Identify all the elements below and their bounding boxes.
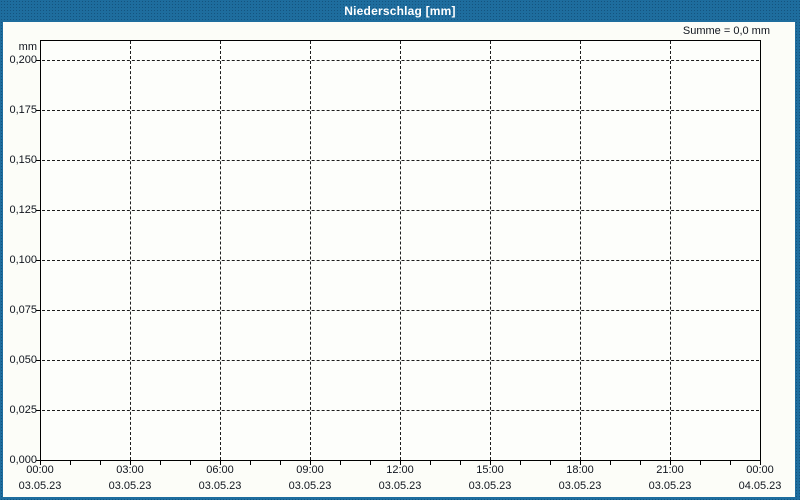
x-axis-tick [460,461,461,465]
x-axis-tick [370,461,371,465]
x-axis-tick [580,461,581,465]
y-axis-label: 0,025 [9,404,37,416]
x-gridline [220,41,221,460]
x-gridline [130,41,131,460]
x-axis-time-label: 15:00 [476,464,504,476]
x-axis-tick [610,461,611,465]
x-axis-tick [250,461,251,465]
x-axis-tick [760,461,761,465]
x-axis-time-label: 18:00 [566,464,594,476]
plot-area [40,40,761,461]
x-axis-tick [430,461,431,465]
x-axis-tick [490,461,491,465]
x-axis-tick [190,461,191,465]
x-gridline [670,41,671,460]
x-axis-tick [400,461,401,465]
sum-annotation: Summe = 0,0 mm [682,25,770,37]
x-axis-tick [640,461,641,465]
y-axis-label: 0,100 [9,254,37,266]
x-axis-time-label: 12:00 [386,464,414,476]
y-axis-unit-label: mm [18,41,37,53]
x-axis-tick [100,461,101,465]
x-axis-tick [280,461,281,465]
x-axis-date-label: 03.05.23 [108,480,152,492]
y-axis-label: 0,050 [9,354,37,366]
x-axis-time-label: 09:00 [296,464,324,476]
chart-title: Niederschlag [mm] [344,4,456,18]
x-axis-tick [700,461,701,465]
x-axis-date-label: 04.05.23 [738,480,782,492]
x-axis-tick [730,461,731,465]
x-gridline [400,41,401,460]
x-axis-tick [130,461,131,465]
chart-window: Niederschlag [mm] Summe = 0,0 mm mm 0,00… [0,0,800,500]
x-gridline [490,41,491,460]
y-axis-label: 0,075 [9,304,37,316]
x-axis-tick [520,461,521,465]
x-axis-date-label: 03.05.23 [468,480,512,492]
x-axis-date-label: 03.05.23 [648,480,692,492]
x-axis-tick [40,461,41,465]
x-axis-time-label: 00:00 [746,464,774,476]
y-axis-label: 0,175 [9,104,37,116]
x-axis-tick [70,461,71,465]
x-axis-time-label: 21:00 [656,464,684,476]
x-axis-tick [310,461,311,465]
x-axis-tick [160,461,161,465]
x-axis-tick [340,461,341,465]
y-axis-label: 0,200 [9,54,37,66]
x-axis-date-label: 03.05.23 [198,480,242,492]
x-axis-tick [220,461,221,465]
x-axis-time-label: 03:00 [116,464,144,476]
x-axis-tick [670,461,671,465]
x-axis-date-label: 03.05.23 [558,480,602,492]
x-axis-time-label: 06:00 [206,464,234,476]
chart-panel: Summe = 0,0 mm mm 0,000 0,025 0,050 0,075 0,… [3,22,795,497]
x-axis-tick [550,461,551,465]
x-axis-time-label: 00:00 [26,464,54,476]
x-axis-date-label: 03.05.23 [378,480,422,492]
chart-title-bar: Niederschlag [mm] [0,0,800,22]
x-axis-date-label: 03.05.23 [18,480,62,492]
x-gridline [580,41,581,460]
y-axis-label: 0,150 [9,154,37,166]
x-gridline [310,41,311,460]
y-axis-label: 0,125 [9,204,37,216]
x-axis-date-label: 03.05.23 [288,480,332,492]
